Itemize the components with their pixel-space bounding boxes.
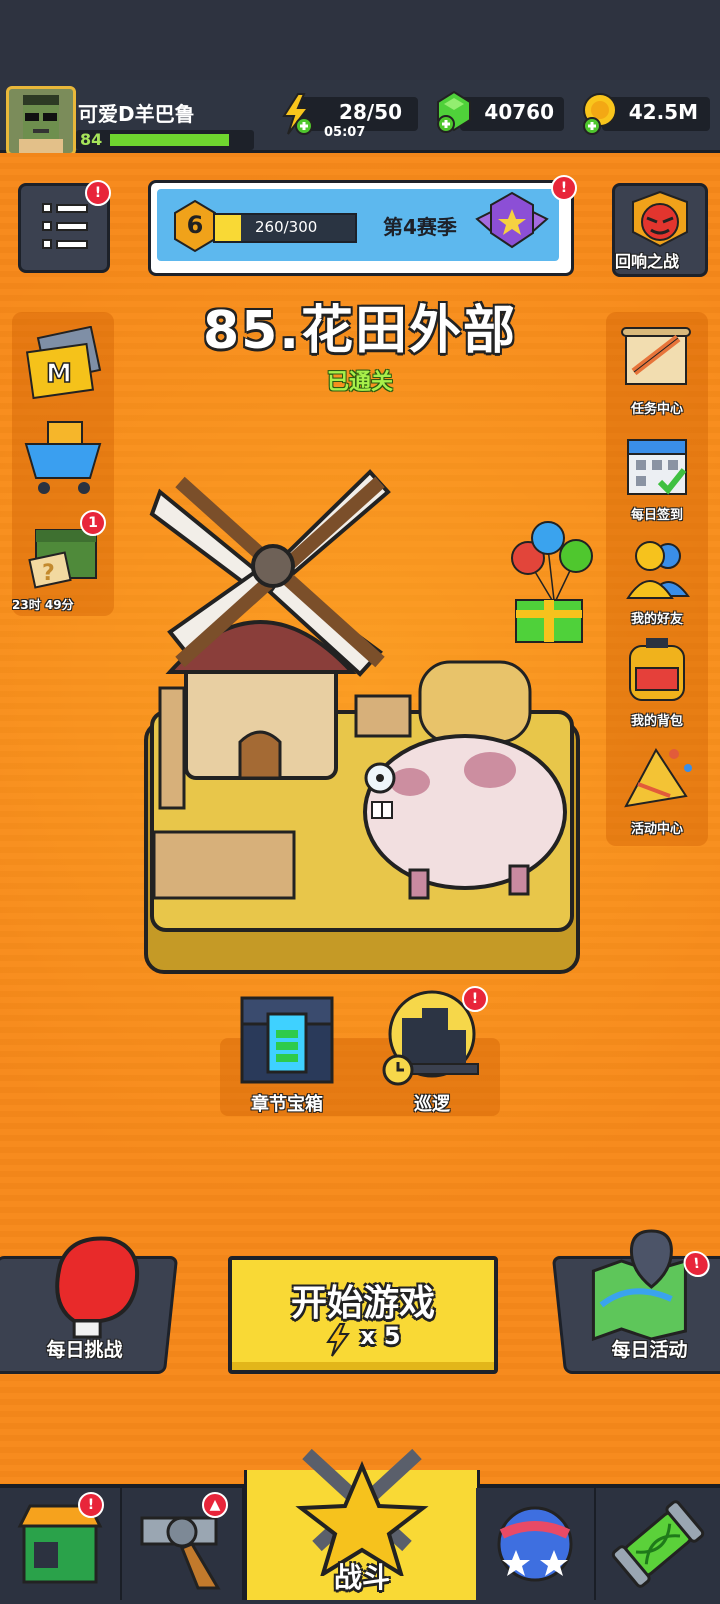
daily-event-button[interactable]: ! 每日活动 (551, 1229, 720, 1374)
boxing-glove-icon (55, 1236, 140, 1339)
season-label: 第4赛季 (383, 215, 457, 239)
top-resource-bar: 可爱D羊巴鲁 84 28/50 05:07 40760 42.5M (0, 80, 720, 156)
season-progress-fill (215, 215, 241, 241)
shop-cart-icon[interactable] (20, 412, 106, 498)
player-name: 可爱D羊巴鲁 (78, 102, 195, 126)
daily-event-label: 每日活动 (611, 1339, 688, 1361)
player-level: 84 (80, 130, 103, 149)
demon-icon (632, 190, 688, 248)
notification-badge: ▲ (202, 1492, 228, 1518)
friends-label: 我的好友 (630, 612, 683, 627)
chapter-chest-button[interactable]: 章节宝箱 (228, 990, 346, 1116)
m-card-icon[interactable]: M (22, 325, 104, 402)
notification-badge: 1 (80, 510, 106, 536)
chapter-chest-label: 章节宝箱 (251, 1094, 323, 1115)
crate-timer: 23时 49分 (12, 598, 74, 612)
scroll-quill-icon (621, 327, 691, 385)
lightning-plus-icon[interactable] (278, 92, 318, 136)
start-game-button[interactable]: 开始游戏 x 5 (228, 1256, 498, 1374)
friends-icon (626, 541, 690, 599)
coin-plus-icon[interactable] (578, 90, 622, 136)
nav-battle-label: 战斗 (333, 1561, 390, 1594)
right-side-panel: 任务中心 每日签到 我的好友 我的背包 活动中心 (606, 312, 708, 846)
daily-checkin-button[interactable]: 每日签到 (612, 430, 702, 523)
map-icon (591, 1229, 687, 1341)
status-bar (0, 0, 720, 80)
energy-timer: 05:07 (324, 125, 366, 140)
nav-shop[interactable]: ! (0, 1488, 122, 1600)
backpack-label: 我的背包 (630, 714, 683, 729)
echo-battle-label: 回响之战 (615, 252, 680, 271)
echo-battle-button[interactable]: 回响之战 (612, 183, 708, 277)
player-xp-fill (110, 134, 229, 146)
season-progress-bar: 260/300 (213, 213, 357, 243)
nav-battle[interactable]: 战斗 (244, 1448, 480, 1600)
season-emblem-icon (473, 189, 551, 259)
left-side-panel: M ? 1 23时 49分 (12, 312, 114, 616)
season-level-badge: 6 (171, 199, 219, 253)
start-game-label: 开始游戏 (290, 1283, 435, 1324)
avatar[interactable] (6, 86, 76, 156)
daily-challenge-button[interactable]: 每日挑战 (0, 1236, 179, 1374)
lightning-icon (326, 1323, 350, 1357)
quest-center-button[interactable]: 任务中心 (612, 324, 702, 417)
notification-badge: ! (551, 175, 577, 201)
star-orb-icon (497, 1506, 573, 1582)
svg-text:M: M (46, 359, 72, 389)
season-panel[interactable]: 6 260/300 第4赛季 ! (148, 175, 577, 276)
gem-plus-icon[interactable] (432, 88, 476, 136)
patrol-button[interactable]: ! 巡逻 (376, 986, 488, 1116)
daily-challenge-label: 每日挑战 (46, 1339, 123, 1361)
stage-illustration[interactable] (130, 452, 590, 982)
nav-talents[interactable] (476, 1488, 596, 1600)
quest-center-label: 任务中心 (630, 402, 683, 417)
backpack-icon (629, 638, 685, 701)
party-popper-icon (624, 748, 692, 808)
nav-genes[interactable] (596, 1488, 720, 1600)
dna-capsule-icon (611, 1500, 705, 1588)
chest-icon (240, 996, 334, 1084)
notification-badge: ! (85, 180, 111, 206)
calendar-icon (627, 439, 687, 495)
event-center-button[interactable]: 活动中心 (612, 740, 702, 837)
player-level-bar: 84 (76, 130, 254, 150)
nav-weapons[interactable]: ▲ (122, 1488, 244, 1600)
energy-cost: x 5 (360, 1322, 401, 1350)
menu-button[interactable]: ! (18, 180, 111, 273)
patrol-label: 巡逻 (414, 1094, 450, 1115)
daily-checkin-label: 每日签到 (630, 508, 683, 523)
backpack-button[interactable]: 我的背包 (612, 636, 702, 729)
notification-badge: ! (462, 986, 488, 1012)
friends-button[interactable]: 我的好友 (612, 534, 702, 627)
notification-badge: ! (78, 1492, 104, 1518)
event-center-label: 活动中心 (630, 822, 683, 837)
svg-text:?: ? (42, 561, 55, 586)
